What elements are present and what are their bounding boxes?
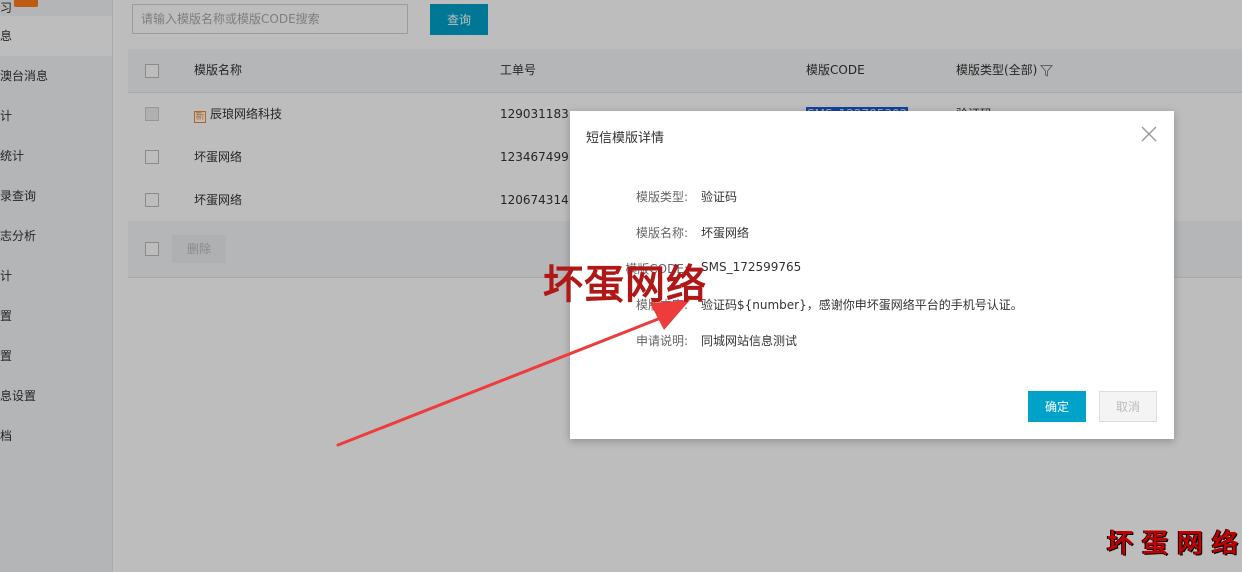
corner-watermark-text: 坏蛋网络 — [1107, 529, 1242, 559]
annotation-watermark-text: 坏蛋网络 — [543, 261, 707, 308]
